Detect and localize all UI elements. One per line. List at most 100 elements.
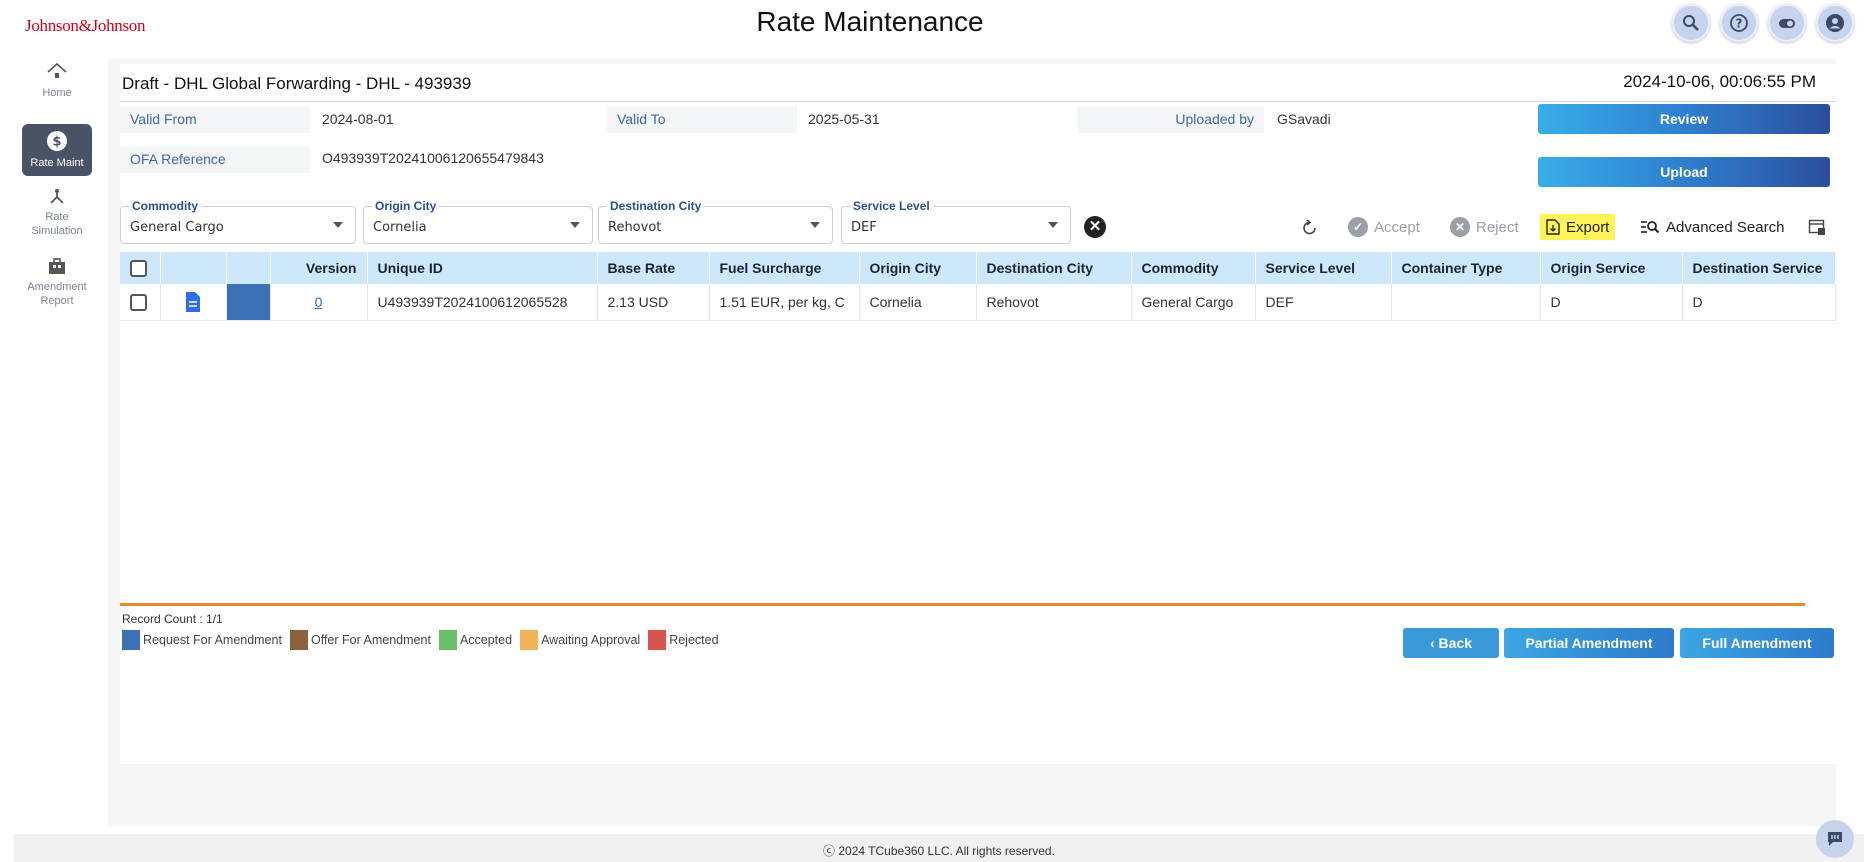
chevron-down-icon (333, 222, 343, 228)
doc-cell[interactable] (160, 284, 227, 321)
commodity-cell: General Cargo (1131, 284, 1256, 321)
col-destination-city[interactable]: Destination City (976, 252, 1132, 284)
commodity-select[interactable]: Commodity General Cargo (120, 199, 356, 244)
reject-label: Reject (1476, 218, 1519, 236)
back-button[interactable]: ‹ Back (1403, 628, 1499, 658)
sidebar-item-rate-simulation[interactable]: Rate Simulation (22, 186, 92, 238)
uploaded-by-label: Uploaded by (1078, 106, 1264, 133)
select-all-header[interactable] (120, 252, 161, 284)
table-row[interactable]: 0 U493939T2024100612065528 2.13 USD 1.51… (120, 284, 1836, 321)
legend-item: Awaiting Approval (520, 630, 640, 650)
col-origin-city[interactable]: Origin City (859, 252, 977, 284)
accept-button[interactable]: ✓ Accept (1348, 214, 1420, 240)
user-icon[interactable] (1816, 4, 1854, 42)
origin-city-select[interactable]: Origin City Cornelia (363, 199, 593, 244)
refresh-icon (1303, 219, 1316, 235)
legend-swatch (438, 630, 457, 650)
row-select-cell[interactable] (120, 284, 161, 321)
ofa-reference-value: O493939T20241006120655479843 (322, 150, 544, 166)
commodity-value: General Cargo (130, 220, 224, 235)
chevron-left-icon: ‹ (1429, 635, 1439, 651)
doc-header (160, 252, 227, 284)
col-fuel-surcharge[interactable]: Fuel Surcharge (709, 252, 860, 284)
document-icon[interactable] (184, 291, 202, 313)
ofa-reference-label: OFA Reference (120, 146, 310, 173)
chat-icon[interactable] (1816, 820, 1854, 858)
footer: ⓒ 2024 TCube360 LLC. All rights reserved… (14, 834, 1864, 862)
advanced-search-button[interactable]: Advanced Search (1640, 214, 1784, 240)
content-panel: Draft - DHL Global Forwarding - DHL - 49… (120, 64, 1836, 764)
destination-city-label: Destination City (607, 199, 705, 213)
main-area: Draft - DHL Global Forwarding - DHL - 49… (108, 58, 1836, 826)
full-amendment-button[interactable]: Full Amendment (1680, 628, 1834, 658)
row-checkbox[interactable] (130, 293, 147, 311)
legend-label: Rejected (669, 633, 719, 647)
col-origin-service[interactable]: Origin Service (1540, 252, 1683, 284)
clear-filters-icon[interactable]: ✕ (1084, 216, 1106, 238)
version-cell[interactable]: 0 (270, 284, 368, 321)
sidebar-item-amendment-report[interactable]: Amendment Report (22, 256, 92, 308)
advanced-search-label: Advanced Search (1666, 218, 1785, 236)
column-settings-icon (1808, 219, 1825, 235)
chevron-down-icon (1048, 222, 1058, 228)
simulation-icon (50, 189, 64, 204)
status-legend: Request For Amendment Offer For Amendmen… (122, 630, 727, 650)
check-icon: ✓ (1348, 217, 1368, 237)
destination-service-cell: D (1682, 284, 1836, 321)
export-label: Export (1566, 218, 1610, 236)
svg-text:?: ? (1736, 17, 1743, 31)
toggle-icon[interactable] (1768, 4, 1806, 42)
service-level-cell: DEF (1255, 284, 1392, 321)
reject-button[interactable]: ✕ Reject (1450, 214, 1519, 240)
table-header-row: Version Unique ID Base Rate Fuel Surchar… (120, 252, 1836, 284)
origin-city-label: Origin City (372, 199, 440, 213)
base-rate-cell: 2.13 USD (597, 284, 710, 321)
destination-city-cell: Rehovot (976, 284, 1132, 321)
origin-city-cell: Cornelia (859, 284, 977, 321)
accept-label: Accept (1374, 218, 1420, 236)
col-container-type[interactable]: Container Type (1391, 252, 1541, 284)
file-export-icon (1546, 219, 1560, 235)
advanced-search-icon (1641, 221, 1660, 234)
upload-button[interactable]: Upload (1538, 157, 1830, 187)
service-level-select[interactable]: Service Level DEF (841, 199, 1071, 244)
help-icon[interactable]: ? (1720, 4, 1758, 42)
destination-city-select[interactable]: Destination City Rehovot (598, 199, 833, 244)
legend-label: Request For Amendment (143, 633, 282, 647)
partial-amendment-button[interactable]: Partial Amendment (1504, 628, 1674, 658)
review-button[interactable]: Review (1538, 104, 1830, 134)
version-link[interactable]: 0 (315, 294, 323, 310)
valid-from-value: 2024-08-01 (322, 111, 394, 127)
search-icon[interactable] (1672, 4, 1710, 42)
status-header (226, 252, 271, 284)
close-icon: ✕ (1450, 217, 1470, 237)
export-button[interactable]: Export (1540, 214, 1616, 240)
report-icon (49, 258, 65, 274)
sidebar-item-label: Amendment Report (27, 281, 87, 307)
sidebar-item-home[interactable]: Home (22, 62, 92, 100)
svg-text:$: $ (52, 135, 61, 150)
top-icon-group: ? (1672, 4, 1854, 42)
legend-label: Offer For Amendment (310, 633, 431, 647)
col-service-level[interactable]: Service Level (1255, 252, 1392, 284)
col-unique-id[interactable]: Unique ID (367, 252, 598, 284)
valid-to-value: 2025-05-31 (808, 111, 880, 127)
sidebar-item-rate-maint[interactable]: $ Rate Maint (22, 124, 92, 176)
legend-swatch (648, 630, 667, 650)
chevron-down-icon (570, 222, 580, 228)
col-destination-service[interactable]: Destination Service (1682, 252, 1836, 284)
col-base-rate[interactable]: Base Rate (597, 252, 710, 284)
col-commodity[interactable]: Commodity (1131, 252, 1256, 284)
unique-id-cell: U493939T2024100612065528 (367, 284, 598, 321)
container-type-cell (1391, 284, 1541, 321)
select-all-checkbox[interactable] (130, 259, 147, 277)
legend-item: Request For Amendment (122, 630, 282, 650)
sidebar-item-label: Rate Maint (30, 157, 84, 169)
col-version[interactable]: Version (270, 252, 368, 284)
fuel-surcharge-cell: 1.51 EUR, per kg, C (709, 284, 860, 321)
legend-item: Rejected (648, 630, 719, 650)
refresh-button[interactable] (1300, 214, 1320, 240)
sidebar: Home $ Rate Maint Rate Simulation Amendm… (14, 56, 98, 836)
record-count: Record Count : 1/1 (122, 612, 223, 626)
column-settings-button[interactable] (1808, 214, 1826, 240)
